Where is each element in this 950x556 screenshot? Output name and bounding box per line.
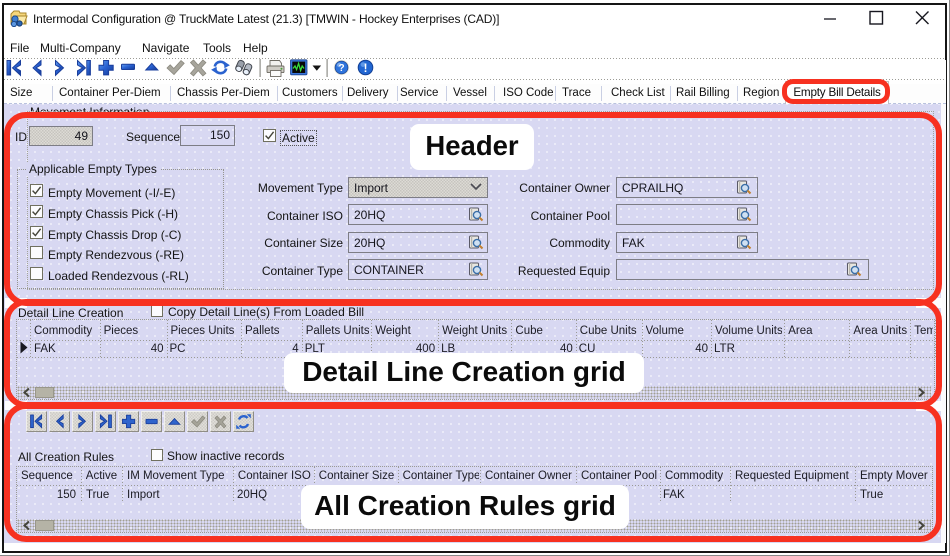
svg-text:?: ? xyxy=(338,63,344,74)
svg-text:!: ! xyxy=(364,63,368,75)
